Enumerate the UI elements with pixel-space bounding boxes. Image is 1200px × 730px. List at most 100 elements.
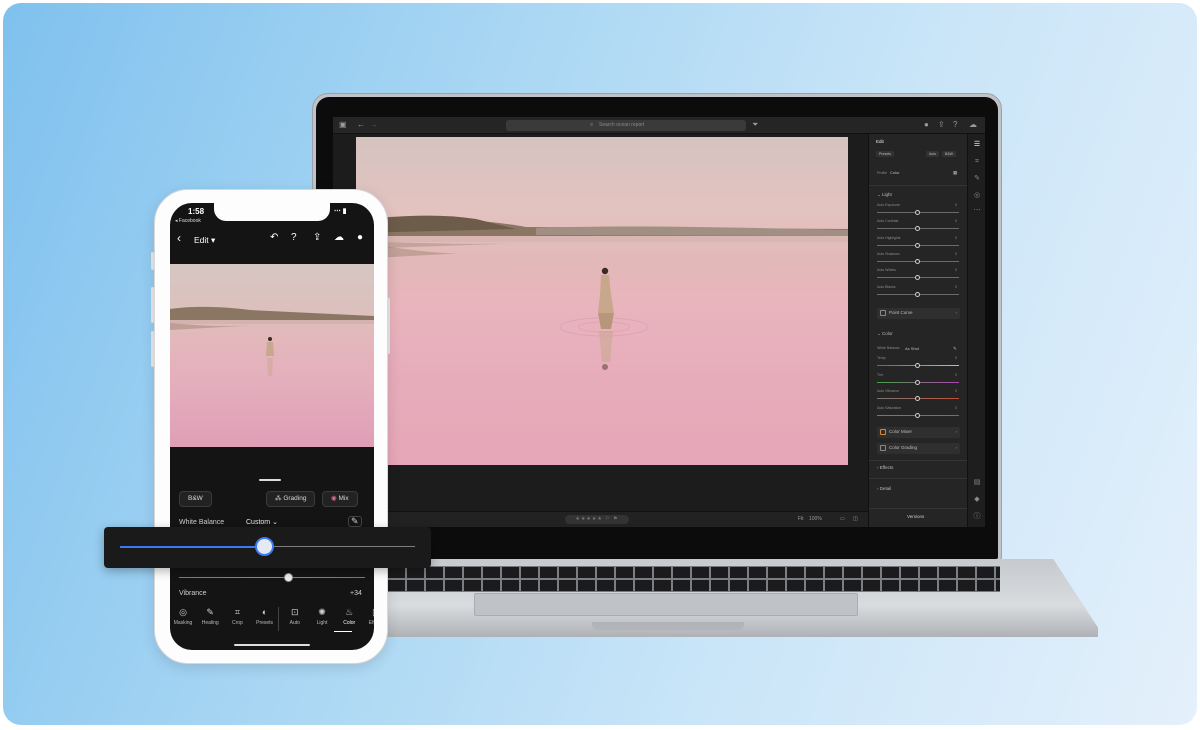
nav-item-effects[interactable]: ▣ Effects xyxy=(364,607,374,627)
info-icon[interactable]: ⓘ xyxy=(972,513,982,521)
white-balance-label: White Balance xyxy=(877,346,900,350)
back-chevron-icon[interactable]: ‹ xyxy=(177,232,181,244)
detail-section-toggle[interactable]: › Detail xyxy=(877,486,891,492)
nav-item-label: Light xyxy=(316,620,328,626)
sheet-handle[interactable] xyxy=(259,479,281,481)
tag-icon[interactable]: ◆ xyxy=(972,496,982,504)
slider-knob[interactable] xyxy=(915,258,920,264)
top-bar: ▣ ← → ⌕ Search ocean report ⏷ ● ⇪ ? ☁ xyxy=(333,117,985,134)
adjustment-slider[interactable] xyxy=(877,379,959,385)
tint-slider-knob[interactable] xyxy=(284,573,293,582)
slider-knob[interactable] xyxy=(915,210,920,215)
rating-stars[interactable]: ★★★★★ ⚐ ⚑ xyxy=(565,515,629,524)
zoom-label[interactable]: 100% xyxy=(809,515,822,524)
nav-item-auto[interactable]: ⊡ Auto xyxy=(283,607,307,627)
chevron-right-icon: › xyxy=(955,310,957,315)
adjustment-slider[interactable] xyxy=(877,363,959,368)
fit-label[interactable]: Fit xyxy=(798,515,804,524)
bell-icon[interactable]: ● xyxy=(924,121,929,129)
color-grading-row[interactable]: Color Grading › xyxy=(877,443,960,454)
slider-label: Auto Saturation xyxy=(877,405,902,410)
slider-value: 0 xyxy=(955,219,957,224)
color-section-title: Color xyxy=(882,331,893,336)
nav-item-light[interactable]: ✺ Light xyxy=(310,607,334,627)
undo-icon[interactable]: ↶ xyxy=(270,232,278,244)
slider-label: Auto Whites xyxy=(877,268,896,273)
mix-button[interactable]: ◉ Mix xyxy=(322,491,358,507)
grading-button[interactable]: ⁂ Grading xyxy=(266,491,316,507)
bw-button[interactable]: B&W xyxy=(942,151,956,157)
eyedropper-icon[interactable]: ✎ xyxy=(348,516,362,527)
nav-item-healing[interactable]: ✎ Healing xyxy=(198,607,222,627)
compare-view-icon[interactable]: ◫ xyxy=(853,515,858,524)
sidebar-toggle-icon[interactable]: ▣ xyxy=(339,121,347,129)
versions-button[interactable]: Versions xyxy=(907,514,924,520)
eyedropper-icon[interactable]: ✎ xyxy=(953,346,957,352)
slider-knob[interactable] xyxy=(915,275,920,281)
slider-knob[interactable] xyxy=(254,537,274,556)
nav-item-crop[interactable]: ⌗ Crop xyxy=(225,607,249,627)
tool-rail: ☰ ⌗ ✎ ◎ ⋯ ▤ ◆ ⓘ xyxy=(967,134,985,527)
filter-icon[interactable]: ⏷ xyxy=(752,121,758,129)
slider-value: 0 xyxy=(955,356,957,360)
comment-icon[interactable]: ▤ xyxy=(972,479,982,487)
slider-knob[interactable] xyxy=(915,396,920,401)
adjustment-slider[interactable] xyxy=(877,396,959,401)
slider-track-empty xyxy=(264,546,415,547)
back-to-app-link[interactable]: ◂ Facebook xyxy=(175,218,201,224)
active-tab-underline xyxy=(334,631,352,632)
slider-knob[interactable] xyxy=(915,242,920,248)
auto-button[interactable]: Auto xyxy=(926,151,940,157)
adjustment-slider[interactable] xyxy=(877,412,959,418)
more-options-icon[interactable]: ● xyxy=(357,232,363,244)
nav-item-presets[interactable]: ◐ Presets xyxy=(253,607,277,627)
help-icon[interactable]: ? xyxy=(291,232,297,244)
nav-item-masking[interactable]: ◎ Masking xyxy=(171,607,195,627)
light-section-toggle[interactable]: ⌄ Light xyxy=(877,192,892,198)
share-icon[interactable]: ⇪ xyxy=(313,232,321,244)
slider-knob[interactable] xyxy=(915,363,920,368)
color-section-toggle[interactable]: ⌄ Color xyxy=(877,331,893,337)
back-arrow-icon[interactable]: ← xyxy=(357,121,365,129)
floating-temperature-slider[interactable] xyxy=(104,527,431,568)
profile-browser-icon[interactable]: ▦ xyxy=(953,170,957,176)
presets-button[interactable]: Presets xyxy=(876,151,894,157)
more-icon[interactable]: ⋯ xyxy=(972,207,982,215)
slider-knob[interactable] xyxy=(915,412,920,418)
white-balance-dropdown[interactable]: As Shot xyxy=(905,346,919,352)
adjustment-slider[interactable] xyxy=(877,210,959,215)
slider-value: 0 xyxy=(955,389,957,393)
color-mixer-row[interactable]: Color Mixer › xyxy=(877,427,960,438)
masking-icon[interactable]: ◎ xyxy=(972,192,982,200)
slider-label: Auto Highlights xyxy=(877,235,901,240)
crop-icon[interactable]: ⌗ xyxy=(972,158,982,166)
adjustment-slider[interactable] xyxy=(877,275,959,281)
help-icon[interactable]: ? xyxy=(953,121,957,129)
search-input[interactable]: ⌕ Search ocean report xyxy=(506,120,746,131)
nav-item-label: Auto xyxy=(289,620,300,626)
laptop-lip xyxy=(592,622,744,630)
edit-sliders-icon[interactable]: ☰ xyxy=(972,141,982,149)
slider-knob[interactable] xyxy=(915,379,920,385)
slider-knob[interactable] xyxy=(915,291,920,297)
tint-slider[interactable] xyxy=(179,573,365,582)
share-icon[interactable]: ⇪ xyxy=(938,121,945,129)
adjustment-slider[interactable] xyxy=(877,291,959,297)
point-curve-row[interactable]: Point Curve › xyxy=(877,308,960,319)
white-balance-dropdown[interactable]: Custom ⌄ xyxy=(246,518,278,527)
healing-brush-icon[interactable]: ✎ xyxy=(972,175,982,183)
adjustment-slider[interactable] xyxy=(877,226,959,232)
effects-section-toggle[interactable]: › Effects xyxy=(877,465,893,471)
cloud-icon[interactable]: ☁ xyxy=(969,121,977,129)
single-view-icon[interactable]: ▭ xyxy=(840,515,845,524)
slider-knob[interactable] xyxy=(915,226,920,232)
adjustment-slider[interactable] xyxy=(877,258,959,264)
forward-arrow-icon[interactable]: → xyxy=(370,121,378,129)
edit-mode-dropdown[interactable]: Edit ▾ xyxy=(194,234,215,246)
effects-icon: ▣ xyxy=(364,607,374,618)
cloud-sync-icon[interactable]: ☁ xyxy=(334,232,344,244)
nav-item-color[interactable]: ♨ Color xyxy=(337,607,361,627)
profile-dropdown[interactable]: Color xyxy=(890,170,900,176)
adjustment-slider[interactable] xyxy=(877,242,959,248)
bw-button[interactable]: B&W xyxy=(179,491,212,507)
